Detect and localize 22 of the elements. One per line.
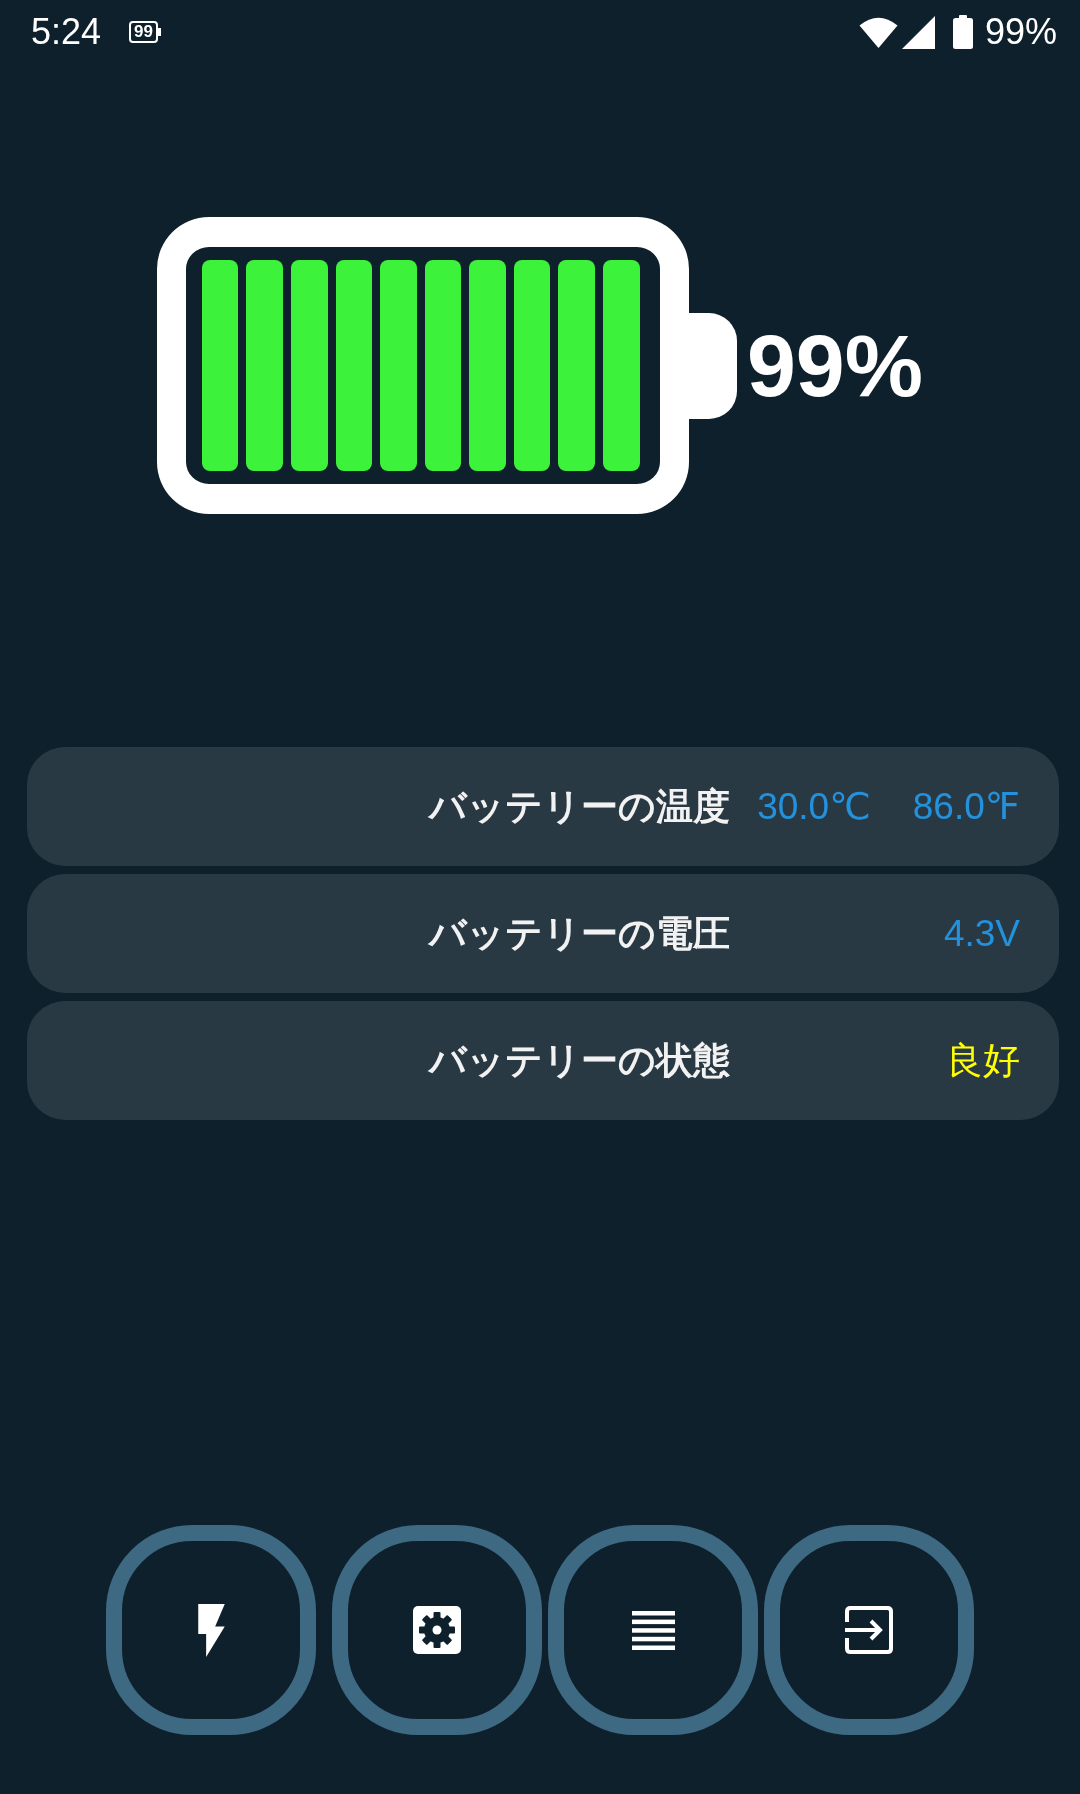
battery-badge: 99	[129, 21, 161, 43]
settings-button[interactable]	[332, 1525, 542, 1735]
exit-icon	[845, 1606, 893, 1654]
battery-icon	[952, 15, 973, 49]
info-label: バッテリーの状態	[429, 1038, 730, 1083]
list-button[interactable]	[548, 1525, 758, 1735]
list-icon	[631, 1610, 675, 1650]
status-time: 5:24	[31, 12, 102, 52]
wifi-icon	[858, 16, 898, 48]
exit-button[interactable]	[764, 1525, 974, 1735]
info-value: 30.0℃	[757, 785, 871, 828]
info-label: バッテリーの電圧	[429, 911, 730, 956]
info-value: 4.3V	[943, 912, 1020, 955]
info-label: バッテリーの温度	[429, 784, 730, 829]
info-value: 良好	[946, 1038, 1020, 1083]
bolt-button[interactable]	[106, 1525, 316, 1735]
lightning-bolt-icon	[197, 1603, 225, 1657]
charge-percent: 99%	[746, 321, 924, 410]
cellular-signal-icon	[901, 15, 935, 49]
battery-percent: 99%	[984, 12, 1057, 52]
settings-icon	[413, 1606, 461, 1654]
info-value: 86.0℉	[912, 785, 1020, 828]
